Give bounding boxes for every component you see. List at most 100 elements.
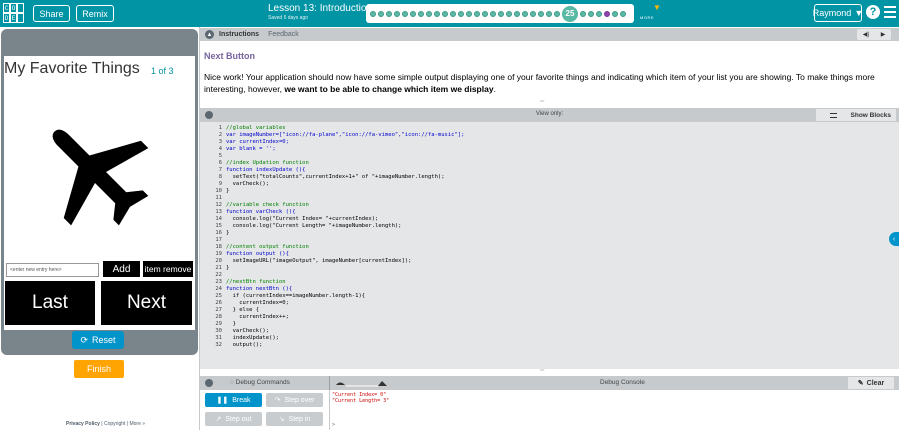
level-dot[interactable] — [490, 10, 496, 17]
code-text: varCheck(); — [226, 181, 270, 187]
help-icon[interactable]: ? — [866, 5, 880, 19]
level-dot[interactable] — [442, 10, 448, 17]
speaker-icon[interactable]: ◀) — [863, 31, 870, 38]
line-number: 18 — [215, 244, 222, 250]
level-dot[interactable] — [554, 10, 560, 17]
level-dot[interactable] — [604, 10, 610, 17]
level-dot[interactable] — [410, 10, 416, 17]
level-dot[interactable] — [514, 10, 520, 17]
resize-handle-icon[interactable]: ═ — [540, 368, 550, 374]
level-dot[interactable] — [394, 10, 400, 17]
tab-instructions[interactable]: Instructions — [219, 31, 259, 38]
level-dot[interactable] — [530, 10, 536, 17]
code-line: 7 function indexUpdate (){ — [200, 167, 899, 174]
footer-more-link[interactable]: More » — [129, 421, 145, 427]
input-placeholder: enter new entry here — [12, 267, 59, 273]
level-dot[interactable] — [498, 10, 504, 17]
level-dot[interactable] — [482, 10, 488, 17]
logo-letter — [17, 13, 24, 23]
code-editor[interactable]: 1 //global variables 2 var imageNumber=["ic… — [200, 122, 899, 369]
code-org-logo[interactable]: C O D E — [3, 3, 24, 24]
level-dot[interactable] — [612, 10, 618, 17]
step-over-button[interactable]: ↷ Step over — [266, 393, 323, 407]
line-number: 12 — [215, 202, 222, 208]
code-line: 21} — [200, 265, 899, 272]
level-dot[interactable] — [546, 10, 552, 17]
console-input[interactable]: > — [332, 422, 335, 428]
code-text: indexUpdate(); — [226, 335, 279, 341]
step-in-button[interactable]: ↘ Step in — [266, 412, 323, 426]
level-dot[interactable] — [474, 10, 480, 17]
level-dot[interactable] — [386, 10, 392, 17]
code-line: 32 output(); — [200, 342, 899, 349]
copyright-link[interactable]: Copyright — [104, 421, 125, 427]
current-level-badge[interactable]: 25 — [562, 5, 578, 22]
level-dot[interactable] — [434, 10, 440, 17]
privacy-policy-link[interactable]: Privacy Policy — [66, 421, 100, 427]
code-text: console.log("Current Index= "+currentInd… — [226, 216, 379, 222]
level-dot[interactable] — [580, 10, 586, 17]
collapse-chevron-icon[interactable]: ▲ — [205, 30, 214, 39]
last-button[interactable]: Last — [5, 281, 95, 325]
level-dot[interactable] — [450, 10, 456, 17]
expand-panel-icon[interactable]: ‹ — [889, 232, 899, 246]
resize-handle-icon[interactable]: ═ — [540, 99, 550, 105]
pause-icon: ❚❚ — [216, 397, 229, 404]
line-number: 25 — [215, 293, 222, 299]
level-dot[interactable] — [458, 10, 464, 17]
code-text: setText("totalCounts",currentIndex+1+" o… — [226, 174, 445, 180]
level-dot[interactable] — [426, 10, 432, 17]
reset-button[interactable]: ⟳ Reset — [72, 331, 124, 349]
collapse-chevron-icon[interactable] — [205, 379, 213, 387]
tab-feedback[interactable]: Feedback — [268, 31, 299, 38]
clear-console-button[interactable]: ✎ Clear — [848, 377, 894, 389]
code-text: } else { — [226, 307, 260, 313]
level-dot[interactable] — [466, 10, 472, 17]
level-dot[interactable] — [418, 10, 424, 17]
debug-commands-label: Debug Commands — [235, 379, 290, 386]
user-menu-button[interactable]: Raymond ▼ — [813, 4, 863, 22]
code-text: //variable check function — [226, 202, 309, 208]
line-number: 16 — [215, 230, 222, 236]
console-output: "Current Index= 0" "Current Length= 3" — [332, 392, 390, 404]
workspace-header: View only: Show Blocks — [200, 108, 899, 122]
level-dot[interactable] — [588, 10, 594, 17]
level-dot[interactable] — [378, 10, 384, 17]
remix-button[interactable]: Remix — [76, 5, 114, 22]
code-line: 11 — [200, 195, 899, 202]
finish-button[interactable]: Finish — [74, 360, 124, 378]
more-label[interactable]: MORE — [640, 15, 654, 20]
level-dot[interactable] — [370, 10, 376, 17]
level-dot[interactable] — [522, 10, 528, 17]
add-button[interactable]: Add — [103, 261, 140, 277]
level-dot[interactable] — [538, 10, 544, 17]
line-number: 31 — [215, 335, 222, 341]
break-button[interactable]: ❚❚ Break — [205, 393, 262, 407]
code-text: //index Updation function — [226, 160, 309, 166]
level-dot[interactable] — [402, 10, 408, 17]
code-text: } — [226, 230, 230, 236]
show-blocks-button[interactable]: Show Blocks — [816, 109, 896, 121]
play-icon[interactable]: ▶ — [881, 31, 886, 38]
line-number: 11 — [215, 195, 222, 201]
code-line: 15 console.log("Current Length= "+imageN… — [200, 223, 899, 230]
more-levels-icon[interactable]: ▼ — [648, 3, 666, 23]
code-line: 5 — [200, 153, 899, 160]
remove-item-button[interactable]: item remove — [143, 261, 193, 277]
step-out-button[interactable]: ↗ Step out — [205, 412, 262, 426]
line-number: 26 — [215, 300, 222, 306]
code-text: function nextBtn (){ — [226, 286, 293, 292]
line-number: 22 — [215, 272, 222, 278]
level-dot[interactable] — [506, 10, 512, 17]
level-dot[interactable] — [596, 10, 602, 17]
next-button[interactable]: Next — [101, 281, 192, 325]
debug-separator — [329, 390, 330, 430]
level-dot[interactable] — [620, 10, 626, 17]
speed-slider[interactable] — [334, 377, 389, 389]
code-line: 12 //variable check function — [200, 202, 899, 209]
debug-console-title: Debug Console — [600, 379, 645, 386]
new-entry-input[interactable]: < enter new entry here > — [6, 263, 99, 277]
hamburger-menu-icon[interactable] — [884, 6, 896, 18]
step-out-icon: ↗ — [215, 416, 222, 423]
share-button[interactable]: Share — [33, 5, 70, 22]
